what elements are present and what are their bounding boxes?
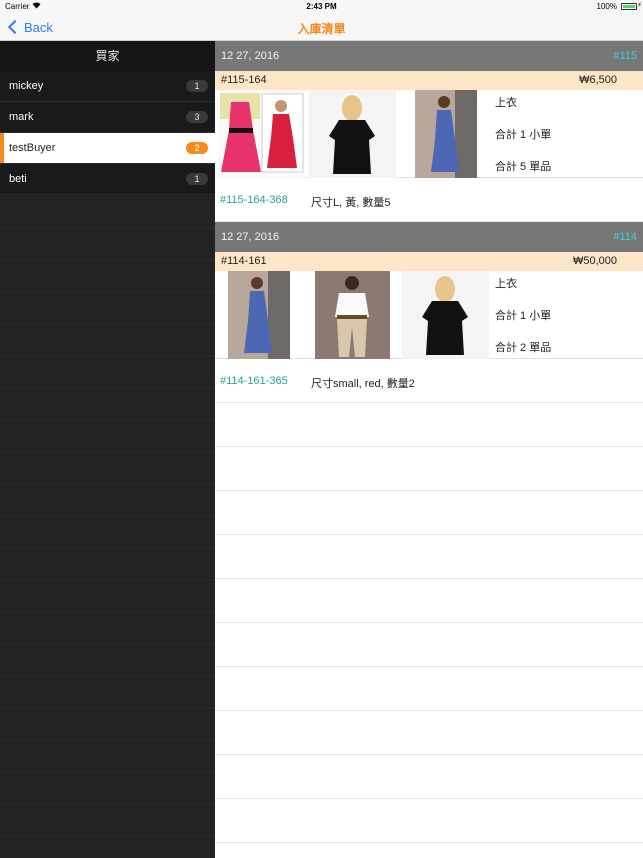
count-badge: 2	[186, 142, 208, 154]
section-header: 12 27, 2016 #115	[215, 41, 643, 71]
detail-code-link[interactable]: #114-161-365	[220, 375, 288, 387]
order-list[interactable]: 12 27, 2016 #115 #115-164 ₩6,500 上衣 合計 1…	[215, 41, 643, 858]
status-bar: Carrier 2:43 PM 100% ⚡	[0, 0, 643, 14]
section-date: 12 27, 2016	[221, 231, 280, 243]
buyer-name: mickey	[9, 80, 44, 92]
sidebar-item-mickey[interactable]: mickey 1	[0, 71, 215, 102]
sidebar-item-beti[interactable]: beti 1	[0, 164, 215, 195]
total-orders: 合計 1 小單	[495, 129, 552, 141]
order-amount: ₩6,500	[579, 74, 617, 86]
product-thumbnail-black-dress[interactable]	[309, 90, 396, 178]
count-badge: 3	[186, 111, 208, 123]
section-header: 12 27, 2016 #114	[215, 222, 643, 252]
sidebar-empty-area	[0, 196, 215, 858]
order-bar[interactable]: #114-161 ₩50,000	[215, 252, 643, 271]
product-row[interactable]: 上衣 合計 1 小單 合計 5 單品	[215, 90, 643, 178]
product-summary: 上衣 合計 1 小單 合計 2 單品	[495, 275, 551, 371]
buyer-name: mark	[9, 111, 34, 123]
battery-percent: 100%	[596, 2, 617, 11]
product-row[interactable]: 上衣 合計 1 小單 合計 2 單品	[215, 271, 643, 359]
section-number-link[interactable]: #115	[613, 50, 637, 62]
product-thumbnail-blue-dress[interactable]	[415, 90, 477, 178]
detail-code-link[interactable]: #115-164-368	[220, 194, 288, 206]
detail-spec: 尺寸L, 黃, 數量5	[311, 197, 391, 209]
sidebar-header: 買家	[0, 41, 215, 71]
section-date: 12 27, 2016	[221, 50, 280, 62]
order-detail-row[interactable]: #115-164-368 尺寸L, 黃, 數量5	[215, 178, 643, 222]
section-number-link[interactable]: #114	[613, 231, 637, 243]
product-thumbnail-black-dress[interactable]	[402, 271, 489, 359]
order-id: #114-161	[221, 255, 267, 267]
product-thumbnail-blue-dress[interactable]	[228, 271, 290, 359]
charging-icon: ⚡	[637, 2, 642, 9]
order-amount: ₩50,000	[572, 255, 617, 267]
product-thumbnail-white-blouse[interactable]	[315, 271, 390, 359]
count-badge: 1	[186, 173, 208, 185]
detail-spec: 尺寸small, red, 數量2	[311, 378, 415, 390]
order-bar[interactable]: #115-164 ₩6,500	[215, 71, 643, 90]
buyer-sidebar: 買家 mickey 1 mark 3 testBuyer 2 beti 1	[0, 41, 215, 858]
page-title: 入庫清單	[297, 22, 346, 36]
navigation-bar: Back 入庫清單	[0, 14, 643, 41]
product-category: 上衣	[495, 278, 517, 290]
total-orders: 合計 1 小單	[495, 310, 552, 322]
sidebar-item-mark[interactable]: mark 3	[0, 102, 215, 133]
count-badge: 1	[186, 80, 208, 92]
clock: 2:43 PM	[306, 2, 337, 11]
empty-table-rows	[215, 403, 643, 858]
buyer-name: beti	[9, 173, 27, 185]
order-detail-row[interactable]: #114-161-365 尺寸small, red, 數量2	[215, 359, 643, 403]
product-thumbnail-pink-dress[interactable]	[217, 90, 305, 178]
sidebar-item-testbuyer[interactable]: testBuyer 2	[0, 133, 215, 164]
product-summary: 上衣 合計 1 小單 合計 5 單品	[495, 94, 551, 190]
buyer-name: testBuyer	[9, 142, 56, 154]
battery-icon	[621, 3, 637, 10]
product-category: 上衣	[495, 97, 517, 109]
order-id: #115-164	[221, 74, 267, 86]
